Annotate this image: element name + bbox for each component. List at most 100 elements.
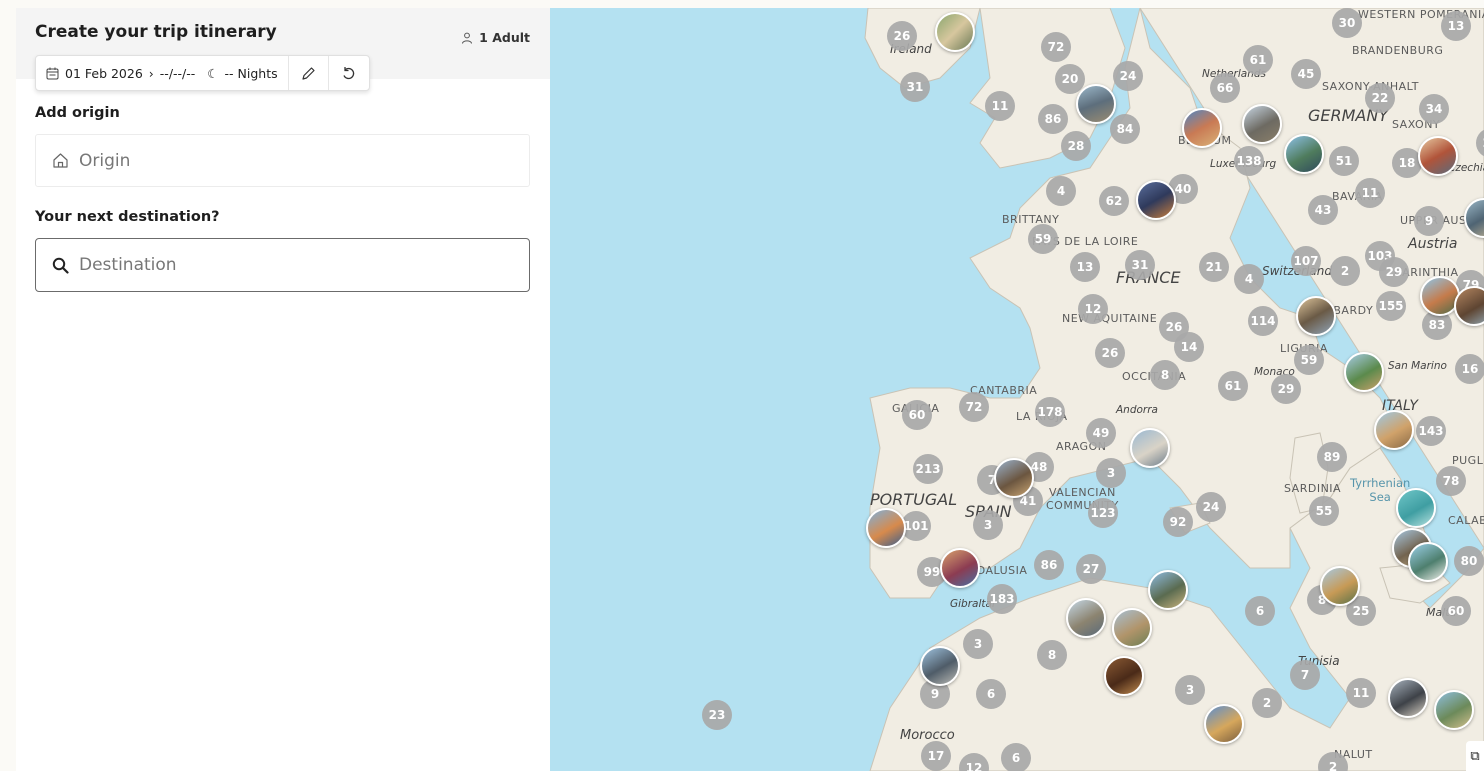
destination-photo-marker[interactable]	[1434, 690, 1474, 730]
cluster-marker[interactable]: 24	[1113, 61, 1143, 91]
destination-photo-marker[interactable]	[1320, 566, 1360, 606]
cluster-marker[interactable]: 178	[1035, 397, 1065, 427]
destination-photo-marker[interactable]	[1104, 656, 1144, 696]
cluster-marker[interactable]: 7	[1290, 660, 1320, 690]
origin-input[interactable]	[79, 150, 513, 171]
destination-photo-marker[interactable]	[1408, 542, 1448, 582]
destination-photo-marker[interactable]	[1418, 136, 1458, 176]
map-layers-button[interactable]: ⧉	[1466, 741, 1484, 771]
cluster-marker[interactable]: 155	[1376, 291, 1406, 321]
cluster-marker[interactable]: 6	[1001, 743, 1031, 771]
destination-photo-marker[interactable]	[1204, 704, 1244, 744]
destination-photo-marker[interactable]	[1136, 180, 1176, 220]
cluster-marker[interactable]: 14	[1174, 332, 1204, 362]
cluster-marker[interactable]: 213	[913, 454, 943, 484]
cluster-marker[interactable]: 107	[1291, 246, 1321, 276]
cluster-marker[interactable]: 72	[1041, 32, 1071, 62]
cluster-marker[interactable]: 17	[921, 741, 951, 771]
destination-photo-marker[interactable]	[1396, 488, 1436, 528]
date-range-selector[interactable]: 01 Feb 2026 › --/--/-- ☾ -- Nights	[36, 56, 289, 90]
cluster-marker[interactable]: 16	[1455, 354, 1484, 384]
cluster-marker[interactable]: 24	[1196, 492, 1226, 522]
cluster-marker[interactable]: 30	[1332, 8, 1362, 38]
destination-field[interactable]	[35, 238, 530, 292]
cluster-marker[interactable]: 123	[1088, 498, 1118, 528]
cluster-marker[interactable]: 21	[1199, 252, 1229, 282]
cluster-marker[interactable]: 3	[973, 510, 1003, 540]
cluster-marker[interactable]: 62	[1099, 186, 1129, 216]
destination-photo-marker[interactable]	[1148, 570, 1188, 610]
travellers-selector[interactable]: 1 Adult	[461, 30, 530, 45]
cluster-marker[interactable]: 29	[1379, 257, 1409, 287]
cluster-marker[interactable]: 11	[985, 91, 1015, 121]
cluster-marker[interactable]: 61	[1218, 371, 1248, 401]
cluster-marker[interactable]: 29	[1271, 374, 1301, 404]
cluster-marker[interactable]: 13	[1441, 11, 1471, 41]
destination-photo-marker[interactable]	[994, 458, 1034, 498]
cluster-marker[interactable]: 4	[1234, 264, 1264, 294]
cluster-marker[interactable]: 11	[1346, 678, 1376, 708]
destination-input[interactable]	[79, 255, 513, 275]
cluster-marker[interactable]: 4	[1046, 176, 1076, 206]
cluster-marker[interactable]: 86	[1034, 550, 1064, 580]
destination-photo-marker[interactable]	[1344, 352, 1384, 392]
cluster-marker[interactable]: 114	[1248, 306, 1278, 336]
cluster-marker[interactable]: 6	[1245, 596, 1275, 626]
cluster-marker[interactable]: 26	[887, 21, 917, 51]
cluster-marker[interactable]: 45	[1291, 59, 1321, 89]
cluster-marker[interactable]: 34	[1419, 94, 1449, 124]
cluster-marker[interactable]: 31	[1125, 250, 1155, 280]
cluster-marker[interactable]: 80	[1454, 546, 1484, 576]
cluster-marker[interactable]: 66	[1210, 73, 1240, 103]
destination-photo-marker[interactable]	[1130, 428, 1170, 468]
destination-photo-marker[interactable]	[1374, 410, 1414, 450]
cluster-marker[interactable]: 8	[1150, 360, 1180, 390]
cluster-marker[interactable]: 23	[702, 700, 732, 730]
cluster-marker[interactable]: 89	[1317, 442, 1347, 472]
destination-photo-marker[interactable]	[1182, 108, 1222, 148]
cluster-marker[interactable]: 6	[976, 679, 1006, 709]
map-view[interactable]: Ireland WESTERN POMERANIA BRANDENBURG Ne…	[550, 8, 1484, 771]
origin-field[interactable]	[35, 134, 530, 187]
cluster-marker[interactable]: 9	[1414, 206, 1444, 236]
destination-photo-marker[interactable]	[920, 646, 960, 686]
cluster-marker[interactable]: 92	[1163, 507, 1193, 537]
destination-photo-marker[interactable]	[1076, 84, 1116, 124]
cluster-marker[interactable]: 2	[1330, 256, 1360, 286]
cluster-marker[interactable]: 60	[1441, 596, 1471, 626]
cluster-marker[interactable]: 26	[1095, 338, 1125, 368]
cluster-marker[interactable]: 51	[1329, 146, 1359, 176]
cluster-marker[interactable]: 3	[963, 629, 993, 659]
cluster-marker[interactable]: 27	[1076, 554, 1106, 584]
cluster-marker[interactable]: 78	[1436, 466, 1466, 496]
destination-photo-marker[interactable]	[940, 548, 980, 588]
cluster-marker[interactable]: 8	[1037, 640, 1067, 670]
cluster-marker[interactable]: 3	[1096, 458, 1126, 488]
cluster-marker[interactable]: 183	[987, 584, 1017, 614]
cluster-marker[interactable]: 28	[1061, 131, 1091, 161]
cluster-marker[interactable]: 72	[959, 392, 989, 422]
cluster-marker[interactable]: 2	[1252, 688, 1282, 718]
cluster-marker[interactable]: 138	[1234, 146, 1264, 176]
destination-photo-marker[interactable]	[1242, 104, 1282, 144]
cluster-marker[interactable]: 143	[1416, 416, 1446, 446]
destination-photo-marker[interactable]	[935, 12, 975, 52]
destination-photo-marker[interactable]	[1112, 608, 1152, 648]
destination-photo-marker[interactable]	[1388, 678, 1428, 718]
destination-photo-marker[interactable]	[1296, 296, 1336, 336]
cluster-marker[interactable]: 31	[900, 72, 930, 102]
cluster-marker[interactable]: 59	[1294, 345, 1324, 375]
destination-photo-marker[interactable]	[866, 508, 906, 548]
cluster-marker[interactable]: 12	[1078, 294, 1108, 324]
cluster-marker[interactable]: 11	[1355, 178, 1385, 208]
cluster-marker[interactable]: 60	[902, 400, 932, 430]
edit-dates-button[interactable]	[289, 56, 329, 90]
cluster-marker[interactable]: 61	[1243, 45, 1273, 75]
reset-dates-button[interactable]	[329, 56, 369, 90]
destination-photo-marker[interactable]	[1284, 134, 1324, 174]
cluster-marker[interactable]: 13	[1070, 252, 1100, 282]
cluster-marker[interactable]: 59	[1028, 224, 1058, 254]
cluster-marker[interactable]: 84	[1110, 114, 1140, 144]
cluster-marker[interactable]: 55	[1309, 496, 1339, 526]
destination-photo-marker[interactable]	[1066, 598, 1106, 638]
